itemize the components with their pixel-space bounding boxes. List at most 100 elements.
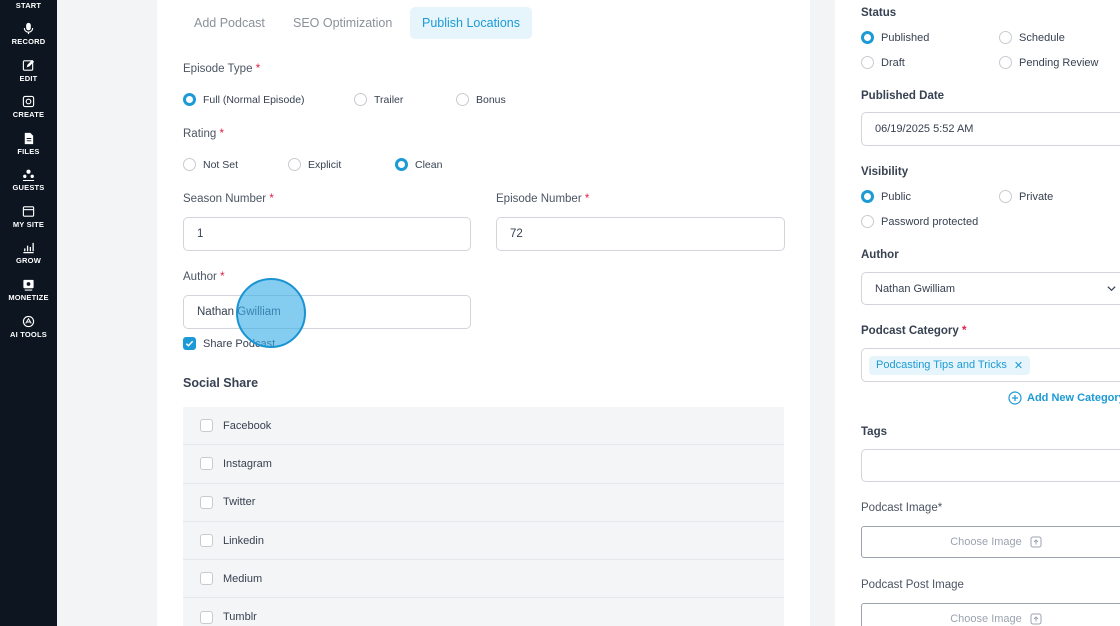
add-new-category-label: Add New Category <box>1027 392 1120 404</box>
radio-rating-clean[interactable]: Clean <box>395 158 442 171</box>
radio-dot <box>861 56 874 69</box>
sidebar-item-edit[interactable]: EDIT <box>0 59 57 83</box>
season-number-input[interactable]: 1 <box>183 217 471 251</box>
sidebar-item-label: MY SITE <box>12 220 45 229</box>
site-icon <box>22 206 35 217</box>
upload-icon <box>1030 613 1042 625</box>
chart-icon <box>23 242 34 254</box>
radio-dot <box>999 190 1012 203</box>
radio-label: Public <box>881 190 911 203</box>
radio-label: Schedule <box>1019 31 1065 44</box>
radio-rating-not-set[interactable]: Not Set <box>183 158 238 171</box>
social-share-facebook[interactable]: Facebook <box>183 407 784 446</box>
radio-dot <box>999 56 1012 69</box>
podcast-category-input[interactable]: Podcasting Tips and Tricks ✕ <box>861 348 1120 382</box>
sidebar-item-label: AI TOOLS <box>10 330 47 339</box>
season-number-label: Season Number * <box>183 193 274 205</box>
radio-status-pending-review[interactable]: Pending Review <box>999 56 1099 69</box>
sidebar-item-guests[interactable]: GUESTS <box>0 168 57 192</box>
sidebar-item-record[interactable]: RECORD <box>0 22 57 46</box>
checkbox-box <box>200 572 213 586</box>
tab-seo-optimization[interactable]: SEO Optimization <box>281 7 404 39</box>
radio-rating-explicit[interactable]: Explicit <box>288 158 341 171</box>
podcast-post-image-upload-button[interactable]: Choose Image <box>861 603 1120 626</box>
episode-number-input[interactable]: 72 <box>496 217 785 251</box>
radio-visibility-private[interactable]: Private <box>999 190 1053 203</box>
close-icon[interactable]: ✕ <box>1014 359 1023 372</box>
author-label: Author * <box>183 271 225 283</box>
radio-visibility-password-protected[interactable]: Password protected <box>861 215 978 228</box>
edit-icon <box>22 59 35 71</box>
rating-label-text: Rating <box>183 128 217 140</box>
sidebar-item-start[interactable]: START <box>0 1 57 10</box>
radio-label: Full (Normal Episode) <box>203 93 305 106</box>
published-date-input[interactable]: 06/19/2025 5:52 AM <box>861 112 1120 146</box>
social-share-medium[interactable]: Medium <box>183 560 784 599</box>
checkbox-box <box>200 495 213 509</box>
sidebar-item-grow[interactable]: GROW <box>0 241 57 265</box>
tab-add-podcast[interactable]: Add Podcast <box>182 7 277 39</box>
share-podcast-checkbox[interactable]: Share Podcast <box>183 337 275 350</box>
sidebar-item-files[interactable]: FILES <box>0 132 57 156</box>
social-share-list: Facebook Instagram Twitter Linkedin Medi… <box>183 407 784 626</box>
monetize-icon <box>23 279 34 291</box>
radio-visibility-public[interactable]: Public <box>861 190 911 203</box>
social-share-instagram[interactable]: Instagram <box>183 445 784 484</box>
microphone-icon <box>23 22 34 35</box>
social-share-label: Twitter <box>223 496 256 509</box>
social-share-tumblr[interactable]: Tumblr <box>183 598 784 626</box>
chevron-down-icon <box>1107 286 1116 292</box>
required-mark: * <box>219 128 224 140</box>
radio-label: Pending Review <box>1019 56 1099 69</box>
sidebar-item-label: START <box>15 1 42 10</box>
radio-status-schedule[interactable]: Schedule <box>999 31 1065 44</box>
publish-settings-panel: Status Published Schedule Draft Pending … <box>835 0 1120 626</box>
checkbox-box <box>183 337 196 350</box>
radio-dot <box>395 158 408 171</box>
sidebar-item-my-site[interactable]: MY SITE <box>0 205 57 229</box>
create-icon <box>22 95 35 108</box>
rating-label: Rating * <box>183 128 224 140</box>
sidebar-item-monetize[interactable]: MONETIZE <box>0 278 57 302</box>
podcast-image-upload-button[interactable]: Choose Image <box>861 526 1120 558</box>
sidebar-item-create[interactable]: CREATE <box>0 95 57 119</box>
author-select[interactable]: Nathan Gwilliam <box>861 272 1120 305</box>
files-icon <box>24 132 34 145</box>
sidebar: START RECORD EDIT CREATE FILES GUESTS MY… <box>0 0 57 626</box>
tags-input[interactable] <box>861 449 1120 482</box>
tab-publish-locations[interactable]: Publish Locations <box>410 7 532 39</box>
checkbox-box <box>200 419 213 433</box>
radio-episode-type-trailer[interactable]: Trailer <box>354 93 403 106</box>
author-input[interactable]: Nathan Gwilliam <box>183 295 471 329</box>
episode-number-label: Episode Number * <box>496 193 589 205</box>
required-mark: * <box>255 63 261 75</box>
required-mark: * <box>220 271 225 283</box>
sidebar-item-label: CREATE <box>12 110 45 119</box>
sidebar-item-ai-tools[interactable]: AI TOOLS <box>0 315 57 339</box>
social-share-title: Social Share <box>183 376 259 390</box>
checkbox-label: Share Podcast <box>203 337 276 350</box>
radio-episode-type-full[interactable]: Full (Normal Episode) <box>183 93 305 106</box>
sidebar-item-label: FILES <box>17 147 40 156</box>
social-share-label: Medium <box>223 572 263 585</box>
required-mark: * <box>961 325 967 337</box>
social-share-label: Tumblr <box>223 611 257 624</box>
radio-label: Password protected <box>881 215 979 228</box>
radio-status-published[interactable]: Published <box>861 31 929 44</box>
radio-episode-type-bonus[interactable]: Bonus <box>456 93 506 106</box>
checkbox-box <box>200 534 213 548</box>
checkbox-box <box>200 610 213 624</box>
radio-status-draft[interactable]: Draft <box>861 56 905 69</box>
required-mark: * <box>584 193 590 205</box>
podcast-category-label: Podcast Category * <box>861 325 966 337</box>
social-share-label: Facebook <box>223 419 272 432</box>
published-date-label: Published Date <box>861 90 945 102</box>
category-chip-label: Podcasting Tips and Tricks <box>876 359 1007 371</box>
upload-icon <box>1030 536 1042 548</box>
checkbox-box <box>200 457 213 471</box>
social-share-twitter[interactable]: Twitter <box>183 484 784 522</box>
social-share-linkedin[interactable]: Linkedin <box>183 522 784 561</box>
author-label-text: Author <box>183 271 217 283</box>
season-number-label-text: Season Number <box>183 193 267 205</box>
add-new-category-button[interactable]: Add New Category <box>1008 391 1120 405</box>
